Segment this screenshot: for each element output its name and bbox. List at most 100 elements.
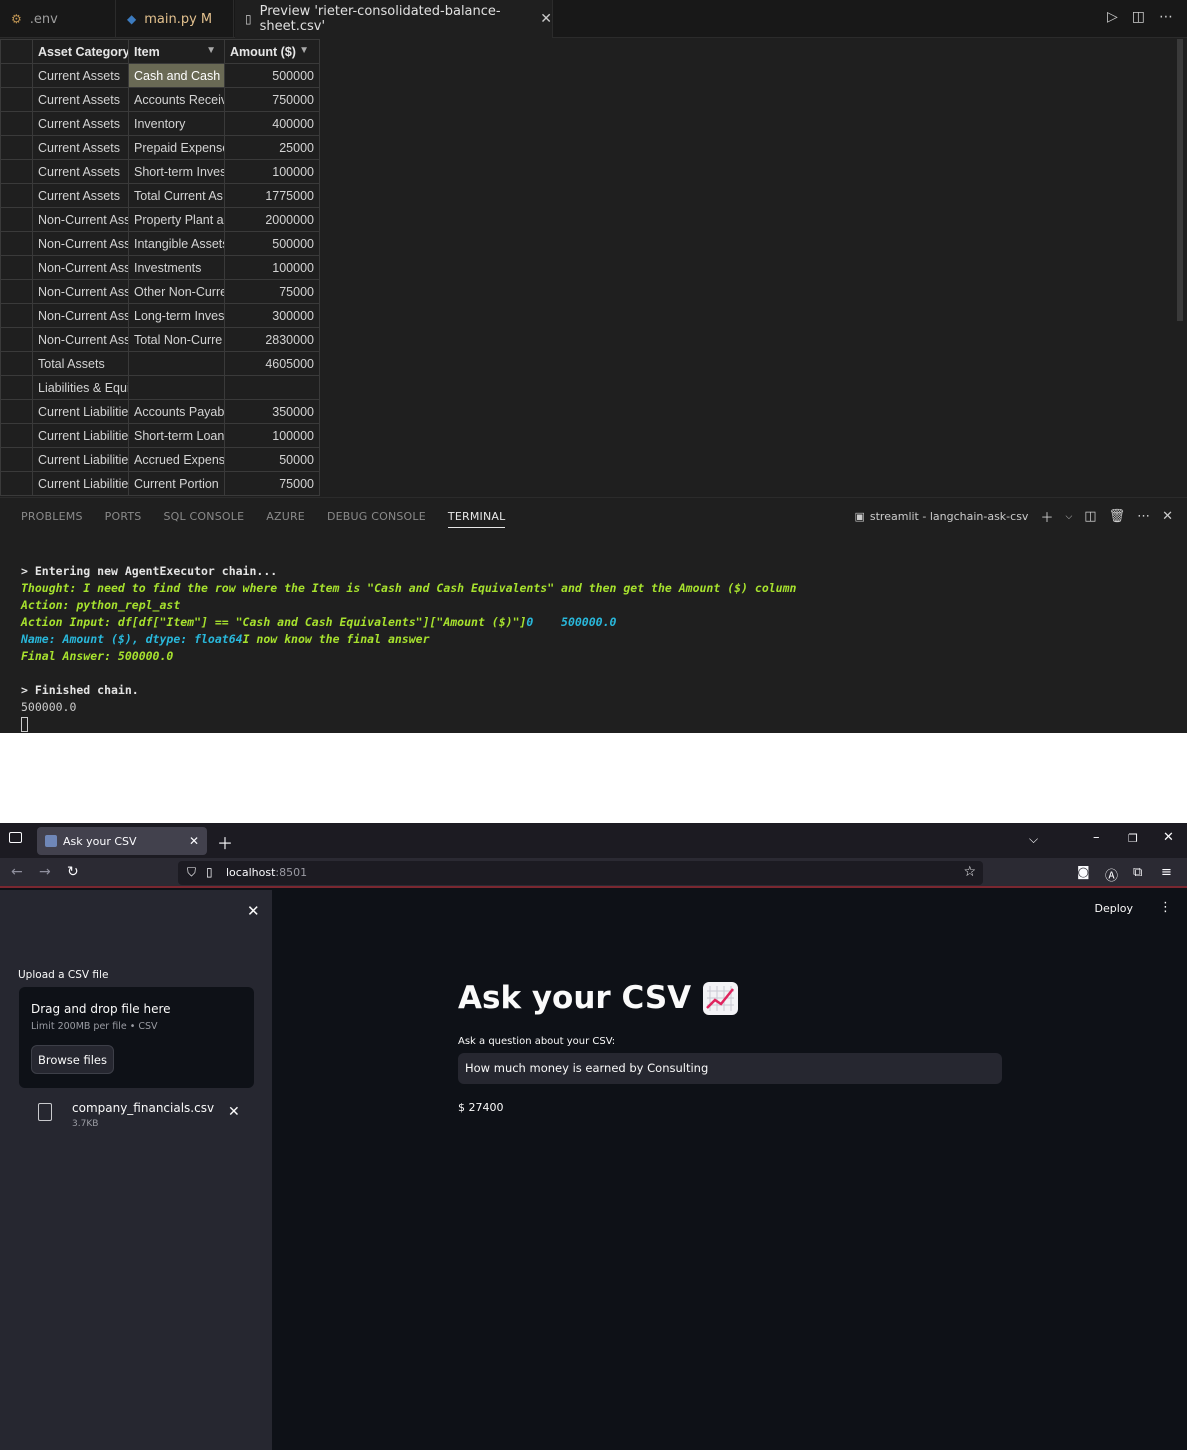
table-cell[interactable]: Current Liabilitie <box>32 399 129 424</box>
table-cell[interactable]: Current Assets <box>32 183 129 208</box>
table-cell[interactable]: 50000 <box>224 447 320 472</box>
table-row[interactable]: Total Assets 4605000 <box>0 351 320 376</box>
table-row[interactable]: Current Liabilitie Short-term Loan 100000 <box>0 423 320 448</box>
table-row[interactable]: Non-Current Ass Intangible Assets 500000 <box>0 231 320 256</box>
table-cell[interactable]: Long-term Inves <box>128 303 225 328</box>
table-cell[interactable]: Current Assets <box>32 111 129 136</box>
chevron-down-icon[interactable]: ⌵ <box>1065 512 1072 522</box>
table-cell[interactable]: Total Non-Curre <box>128 327 225 352</box>
table-row[interactable]: Current Liabilitie Accounts Payabl 350000 <box>0 399 320 424</box>
table-cell[interactable]: 300000 <box>224 303 320 328</box>
table-row[interactable]: Current Assets Cash and Cash E 500000 <box>0 63 320 88</box>
table-row[interactable]: Liabilities & Equi <box>0 375 320 400</box>
table-cell[interactable]: 100000 <box>224 423 320 448</box>
browser-tab-ask-your-csv[interactable]: Ask your CSV ✕ <box>37 827 207 855</box>
table-cell[interactable] <box>224 375 320 400</box>
terminal-selector[interactable]: ▣ streamlit - langchain-ask-csv <box>854 510 1028 523</box>
close-tab-icon[interactable]: ✕ <box>189 834 199 848</box>
column-header-amount[interactable]: Amount ($) ▼ <box>224 39 320 64</box>
table-cell[interactable]: Short-term Loan <box>128 423 225 448</box>
filter-icon[interactable]: ▼ <box>299 45 309 56</box>
table-cell[interactable]: Accounts Payabl <box>128 399 225 424</box>
close-panel-icon[interactable]: ✕ <box>1162 509 1173 524</box>
table-row[interactable]: Non-Current Ass Long-term Inves 300000 <box>0 303 320 328</box>
tab-terminal[interactable]: TERMINAL <box>447 510 506 528</box>
table-cell[interactable]: 25000 <box>224 135 320 160</box>
table-cell[interactable]: 750000 <box>224 87 320 112</box>
close-icon[interactable]: ✕ <box>540 11 552 27</box>
table-cell[interactable]: Total Current As: <box>128 183 225 208</box>
more-actions-icon[interactable]: ⋯ <box>1137 509 1150 524</box>
forward-icon[interactable]: → <box>39 864 51 880</box>
menu-icon[interactable]: ≡ <box>1161 865 1172 880</box>
list-all-tabs-icon[interactable]: ⌵ <box>1029 832 1038 847</box>
table-cell[interactable]: Current Assets <box>32 135 129 160</box>
new-tab-icon[interactable]: ＋ <box>217 830 233 854</box>
tracking-protection-icon[interactable]: ⛉ <box>187 865 196 880</box>
window-close-icon[interactable]: ✕ <box>1163 830 1174 845</box>
table-cell[interactable]: Cash and Cash E <box>128 63 225 88</box>
url-bar[interactable]: ⛉ ▯ localhost:8501 ☆ <box>178 861 983 885</box>
restore-icon[interactable]: ❐ <box>1128 832 1138 845</box>
minimize-icon[interactable]: – <box>1093 830 1100 845</box>
table-cell[interactable]: 350000 <box>224 399 320 424</box>
table-cell[interactable]: Current Liabilitie <box>32 423 129 448</box>
extensions-icon[interactable]: ⧉ <box>1133 865 1142 880</box>
table-cell[interactable]: Non-Current Ass <box>32 327 129 352</box>
back-icon[interactable]: ← <box>11 864 23 880</box>
tab-problems[interactable]: PROBLEMS <box>21 510 83 528</box>
table-cell[interactable]: Current Liabilitie <box>32 471 129 496</box>
account-icon[interactable]: Ⓐ <box>1105 865 1118 884</box>
table-cell[interactable]: 500000 <box>224 63 320 88</box>
split-editor-icon[interactable]: ◫ <box>1132 9 1145 25</box>
terminal-output[interactable]: > Entering new AgentExecutor chain... Tho… <box>21 563 796 733</box>
table-cell[interactable] <box>128 375 225 400</box>
sidebar-toggle-icon[interactable] <box>9 832 22 843</box>
more-actions-icon[interactable]: ⋯ <box>1159 9 1173 25</box>
table-cell[interactable]: Accrued Expense <box>128 447 225 472</box>
tab-sql-console[interactable]: SQL CONSOLE <box>163 510 244 528</box>
table-cell[interactable]: Investments <box>128 255 225 280</box>
column-header-asset-category[interactable]: Asset Category <box>32 39 129 64</box>
table-cell[interactable]: Liabilities & Equi <box>32 375 129 400</box>
tab-debug-console[interactable]: DEBUG CONSOLE <box>327 510 426 528</box>
table-cell[interactable]: Total Assets <box>32 351 129 376</box>
bookmark-star-icon[interactable]: ☆ <box>963 864 976 880</box>
tab-env[interactable]: ⚙ .env <box>0 0 116 38</box>
new-terminal-icon[interactable]: ＋ <box>1040 507 1053 526</box>
table-cell[interactable]: 75000 <box>224 471 320 496</box>
table-cell[interactable]: 400000 <box>224 111 320 136</box>
table-cell[interactable]: 2830000 <box>224 327 320 352</box>
remove-file-icon[interactable]: ✕ <box>228 1104 240 1120</box>
table-cell[interactable]: Non-Current Ass <box>32 207 129 232</box>
pocket-icon[interactable]: ◙ <box>1077 865 1090 880</box>
tab-ports[interactable]: PORTS <box>105 510 142 528</box>
main-menu-icon[interactable]: ⋮ <box>1159 900 1172 915</box>
table-cell[interactable]: Accounts Receiv <box>128 87 225 112</box>
close-sidebar-icon[interactable]: ✕ <box>247 902 260 920</box>
table-row[interactable]: Current Assets Total Current As: 1775000 <box>0 183 320 208</box>
table-cell[interactable]: Inventory <box>128 111 225 136</box>
file-dropzone[interactable]: Drag and drop file here Limit 200MB per … <box>19 987 254 1088</box>
table-cell[interactable]: 2000000 <box>224 207 320 232</box>
table-row[interactable]: Current Liabilitie Current Portion 75000 <box>0 471 320 496</box>
table-row[interactable]: Non-Current Ass Investments 100000 <box>0 255 320 280</box>
table-cell[interactable]: Current Assets <box>32 159 129 184</box>
tab-main-py[interactable]: ◆ main.py M <box>117 0 234 38</box>
column-header-item[interactable]: Item ▼ <box>128 39 225 64</box>
table-cell[interactable]: Intangible Assets <box>128 231 225 256</box>
table-cell[interactable]: Other Non-Curre <box>128 279 225 304</box>
table-cell[interactable]: Non-Current Ass <box>32 303 129 328</box>
table-row[interactable]: Non-Current Ass Property Plant ar 2000000 <box>0 207 320 232</box>
table-cell[interactable]: 100000 <box>224 255 320 280</box>
table-cell[interactable]: Current Assets <box>32 63 129 88</box>
run-icon[interactable]: ▷ <box>1107 9 1118 25</box>
table-row[interactable]: Current Assets Inventory 400000 <box>0 111 320 136</box>
table-row[interactable]: Current Assets Prepaid Expense 25000 <box>0 135 320 160</box>
table-row[interactable]: Current Assets Accounts Receiv 750000 <box>0 87 320 112</box>
split-terminal-icon[interactable]: ◫ <box>1084 509 1096 524</box>
table-cell[interactable]: 500000 <box>224 231 320 256</box>
table-cell[interactable]: Current Liabilitie <box>32 447 129 472</box>
table-cell[interactable]: Non-Current Ass <box>32 279 129 304</box>
table-cell[interactable]: 100000 <box>224 159 320 184</box>
